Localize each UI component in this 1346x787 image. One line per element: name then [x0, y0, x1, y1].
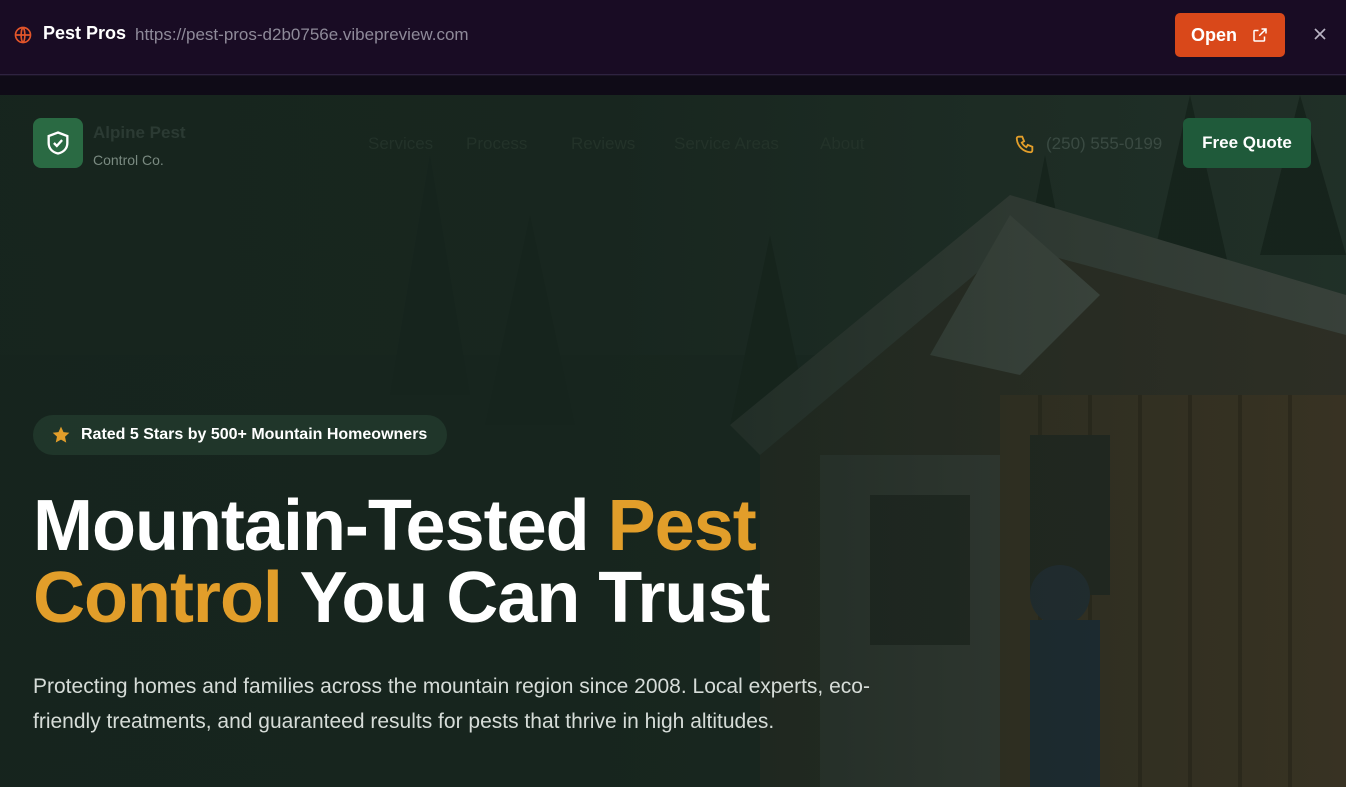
- logo-name[interactable]: Alpine Pest: [93, 123, 186, 143]
- headline-part-1: Mountain-Tested: [33, 486, 608, 566]
- preview-bar: Pest Pros https://pest-pros-d2b0756e.vib…: [0, 0, 1346, 75]
- phone-icon: [1015, 135, 1034, 154]
- external-link-icon: [1253, 28, 1267, 42]
- close-icon[interactable]: [1310, 24, 1330, 44]
- rating-badge: Rated 5 Stars by 500+ Mountain Homeowner…: [33, 415, 448, 455]
- nav-link-service-areas[interactable]: Service Areas: [674, 134, 779, 154]
- headline-accent-2: Control: [33, 558, 283, 638]
- nav-link-services[interactable]: Services: [368, 134, 433, 154]
- preview-site-name: Pest Pros: [43, 23, 127, 43]
- headline-part-2: You Can Trust: [281, 558, 771, 638]
- nav-link-reviews[interactable]: Reviews: [571, 134, 635, 154]
- hero-subtext: Protecting homes and families across the…: [33, 675, 870, 733]
- preview-divider: [0, 76, 1346, 95]
- hero-headline: Mountain-Tested Pest Control You Can Trus…: [33, 490, 853, 634]
- logo-badge[interactable]: [33, 118, 83, 168]
- star-icon: [52, 426, 70, 443]
- hero-section: Alpine Pest Control Co. Services Process…: [0, 95, 1346, 787]
- free-quote-button[interactable]: Free Quote: [1183, 118, 1311, 168]
- rating-badge-text: Rated 5 Stars by 500+ Mountain Homeowner…: [81, 426, 428, 443]
- open-button[interactable]: Open: [1175, 13, 1285, 57]
- shield-check-icon: [47, 131, 69, 155]
- preview-url[interactable]: https://pest-pros-d2b0756e.vibepreview.c…: [135, 25, 469, 45]
- nav-link-about[interactable]: About: [820, 134, 864, 154]
- open-button-label: Open: [1190, 24, 1237, 45]
- phone-number[interactable]: (250) 555-0199: [1046, 134, 1162, 154]
- headline-accent-1: Pest: [607, 486, 757, 566]
- logo-subtitle: Control Co.: [93, 152, 164, 168]
- globe-icon: [14, 26, 32, 44]
- nav-link-process[interactable]: Process: [466, 134, 527, 154]
